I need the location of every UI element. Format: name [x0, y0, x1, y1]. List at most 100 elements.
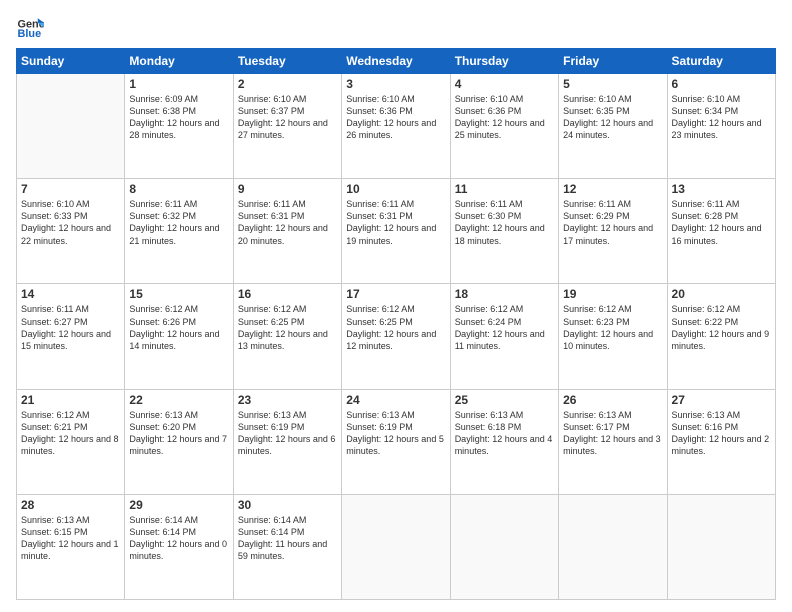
day-info: Sunrise: 6:12 AM Sunset: 6:23 PM Dayligh…	[563, 303, 662, 352]
day-number: 16	[238, 287, 337, 301]
day-info: Sunrise: 6:13 AM Sunset: 6:15 PM Dayligh…	[21, 514, 120, 563]
calendar-day-cell: 6 Sunrise: 6:10 AM Sunset: 6:34 PM Dayli…	[667, 74, 775, 179]
weekday-header: Sunday	[17, 49, 125, 74]
day-number: 20	[672, 287, 771, 301]
day-info: Sunrise: 6:11 AM Sunset: 6:30 PM Dayligh…	[455, 198, 554, 247]
day-number: 15	[129, 287, 228, 301]
calendar-day-cell	[342, 494, 450, 599]
calendar-day-cell: 5 Sunrise: 6:10 AM Sunset: 6:35 PM Dayli…	[559, 74, 667, 179]
day-number: 12	[563, 182, 662, 196]
day-number: 9	[238, 182, 337, 196]
calendar-day-cell	[667, 494, 775, 599]
day-info: Sunrise: 6:12 AM Sunset: 6:22 PM Dayligh…	[672, 303, 771, 352]
day-info: Sunrise: 6:12 AM Sunset: 6:25 PM Dayligh…	[238, 303, 337, 352]
day-info: Sunrise: 6:11 AM Sunset: 6:29 PM Dayligh…	[563, 198, 662, 247]
calendar-day-cell: 12 Sunrise: 6:11 AM Sunset: 6:29 PM Dayl…	[559, 179, 667, 284]
day-number: 23	[238, 393, 337, 407]
calendar-day-cell: 11 Sunrise: 6:11 AM Sunset: 6:30 PM Dayl…	[450, 179, 558, 284]
page: General Blue SundayMondayTuesdayWednesda…	[0, 0, 792, 612]
day-info: Sunrise: 6:13 AM Sunset: 6:20 PM Dayligh…	[129, 409, 228, 458]
calendar-week-row: 7 Sunrise: 6:10 AM Sunset: 6:33 PM Dayli…	[17, 179, 776, 284]
day-info: Sunrise: 6:13 AM Sunset: 6:19 PM Dayligh…	[346, 409, 445, 458]
logo: General Blue	[16, 12, 48, 40]
day-number: 24	[346, 393, 445, 407]
calendar-day-cell: 7 Sunrise: 6:10 AM Sunset: 6:33 PM Dayli…	[17, 179, 125, 284]
calendar-day-cell: 24 Sunrise: 6:13 AM Sunset: 6:19 PM Dayl…	[342, 389, 450, 494]
weekday-header: Tuesday	[233, 49, 341, 74]
calendar-day-cell: 8 Sunrise: 6:11 AM Sunset: 6:32 PM Dayli…	[125, 179, 233, 284]
calendar-day-cell: 16 Sunrise: 6:12 AM Sunset: 6:25 PM Dayl…	[233, 284, 341, 389]
calendar: SundayMondayTuesdayWednesdayThursdayFrid…	[16, 48, 776, 600]
day-number: 10	[346, 182, 445, 196]
day-info: Sunrise: 6:13 AM Sunset: 6:19 PM Dayligh…	[238, 409, 337, 458]
calendar-day-cell: 17 Sunrise: 6:12 AM Sunset: 6:25 PM Dayl…	[342, 284, 450, 389]
day-number: 1	[129, 77, 228, 91]
day-info: Sunrise: 6:11 AM Sunset: 6:27 PM Dayligh…	[21, 303, 120, 352]
day-info: Sunrise: 6:13 AM Sunset: 6:17 PM Dayligh…	[563, 409, 662, 458]
calendar-day-cell: 29 Sunrise: 6:14 AM Sunset: 6:14 PM Dayl…	[125, 494, 233, 599]
day-info: Sunrise: 6:12 AM Sunset: 6:25 PM Dayligh…	[346, 303, 445, 352]
day-number: 19	[563, 287, 662, 301]
logo-icon: General Blue	[16, 12, 44, 40]
calendar-day-cell: 30 Sunrise: 6:14 AM Sunset: 6:14 PM Dayl…	[233, 494, 341, 599]
day-number: 5	[563, 77, 662, 91]
calendar-day-cell: 1 Sunrise: 6:09 AM Sunset: 6:38 PM Dayli…	[125, 74, 233, 179]
day-number: 30	[238, 498, 337, 512]
calendar-day-cell: 28 Sunrise: 6:13 AM Sunset: 6:15 PM Dayl…	[17, 494, 125, 599]
day-info: Sunrise: 6:12 AM Sunset: 6:26 PM Dayligh…	[129, 303, 228, 352]
day-info: Sunrise: 6:10 AM Sunset: 6:33 PM Dayligh…	[21, 198, 120, 247]
calendar-day-cell: 23 Sunrise: 6:13 AM Sunset: 6:19 PM Dayl…	[233, 389, 341, 494]
calendar-day-cell: 15 Sunrise: 6:12 AM Sunset: 6:26 PM Dayl…	[125, 284, 233, 389]
day-number: 26	[563, 393, 662, 407]
day-info: Sunrise: 6:11 AM Sunset: 6:28 PM Dayligh…	[672, 198, 771, 247]
calendar-day-cell: 14 Sunrise: 6:11 AM Sunset: 6:27 PM Dayl…	[17, 284, 125, 389]
calendar-day-cell: 3 Sunrise: 6:10 AM Sunset: 6:36 PM Dayli…	[342, 74, 450, 179]
calendar-day-cell: 26 Sunrise: 6:13 AM Sunset: 6:17 PM Dayl…	[559, 389, 667, 494]
day-info: Sunrise: 6:10 AM Sunset: 6:36 PM Dayligh…	[346, 93, 445, 142]
weekday-header: Monday	[125, 49, 233, 74]
calendar-day-cell: 19 Sunrise: 6:12 AM Sunset: 6:23 PM Dayl…	[559, 284, 667, 389]
day-number: 6	[672, 77, 771, 91]
day-number: 4	[455, 77, 554, 91]
calendar-day-cell: 2 Sunrise: 6:10 AM Sunset: 6:37 PM Dayli…	[233, 74, 341, 179]
calendar-day-cell: 22 Sunrise: 6:13 AM Sunset: 6:20 PM Dayl…	[125, 389, 233, 494]
day-info: Sunrise: 6:11 AM Sunset: 6:31 PM Dayligh…	[346, 198, 445, 247]
header: General Blue	[16, 12, 776, 40]
day-number: 29	[129, 498, 228, 512]
calendar-day-cell: 18 Sunrise: 6:12 AM Sunset: 6:24 PM Dayl…	[450, 284, 558, 389]
day-number: 2	[238, 77, 337, 91]
day-number: 21	[21, 393, 120, 407]
day-info: Sunrise: 6:10 AM Sunset: 6:34 PM Dayligh…	[672, 93, 771, 142]
day-info: Sunrise: 6:13 AM Sunset: 6:16 PM Dayligh…	[672, 409, 771, 458]
weekday-header: Friday	[559, 49, 667, 74]
calendar-week-row: 28 Sunrise: 6:13 AM Sunset: 6:15 PM Dayl…	[17, 494, 776, 599]
calendar-day-cell: 25 Sunrise: 6:13 AM Sunset: 6:18 PM Dayl…	[450, 389, 558, 494]
day-number: 22	[129, 393, 228, 407]
day-info: Sunrise: 6:12 AM Sunset: 6:21 PM Dayligh…	[21, 409, 120, 458]
day-info: Sunrise: 6:11 AM Sunset: 6:31 PM Dayligh…	[238, 198, 337, 247]
calendar-day-cell: 21 Sunrise: 6:12 AM Sunset: 6:21 PM Dayl…	[17, 389, 125, 494]
calendar-day-cell	[450, 494, 558, 599]
day-info: Sunrise: 6:12 AM Sunset: 6:24 PM Dayligh…	[455, 303, 554, 352]
calendar-day-cell: 27 Sunrise: 6:13 AM Sunset: 6:16 PM Dayl…	[667, 389, 775, 494]
day-number: 8	[129, 182, 228, 196]
day-number: 17	[346, 287, 445, 301]
calendar-day-cell: 10 Sunrise: 6:11 AM Sunset: 6:31 PM Dayl…	[342, 179, 450, 284]
day-info: Sunrise: 6:11 AM Sunset: 6:32 PM Dayligh…	[129, 198, 228, 247]
svg-text:Blue: Blue	[18, 28, 42, 40]
day-number: 13	[672, 182, 771, 196]
calendar-day-cell: 4 Sunrise: 6:10 AM Sunset: 6:36 PM Dayli…	[450, 74, 558, 179]
calendar-week-row: 21 Sunrise: 6:12 AM Sunset: 6:21 PM Dayl…	[17, 389, 776, 494]
calendar-day-cell: 20 Sunrise: 6:12 AM Sunset: 6:22 PM Dayl…	[667, 284, 775, 389]
day-info: Sunrise: 6:13 AM Sunset: 6:18 PM Dayligh…	[455, 409, 554, 458]
day-info: Sunrise: 6:09 AM Sunset: 6:38 PM Dayligh…	[129, 93, 228, 142]
day-info: Sunrise: 6:14 AM Sunset: 6:14 PM Dayligh…	[238, 514, 337, 563]
day-info: Sunrise: 6:10 AM Sunset: 6:36 PM Dayligh…	[455, 93, 554, 142]
calendar-week-row: 1 Sunrise: 6:09 AM Sunset: 6:38 PM Dayli…	[17, 74, 776, 179]
day-number: 18	[455, 287, 554, 301]
day-number: 11	[455, 182, 554, 196]
day-number: 25	[455, 393, 554, 407]
day-number: 3	[346, 77, 445, 91]
day-number: 27	[672, 393, 771, 407]
day-number: 14	[21, 287, 120, 301]
